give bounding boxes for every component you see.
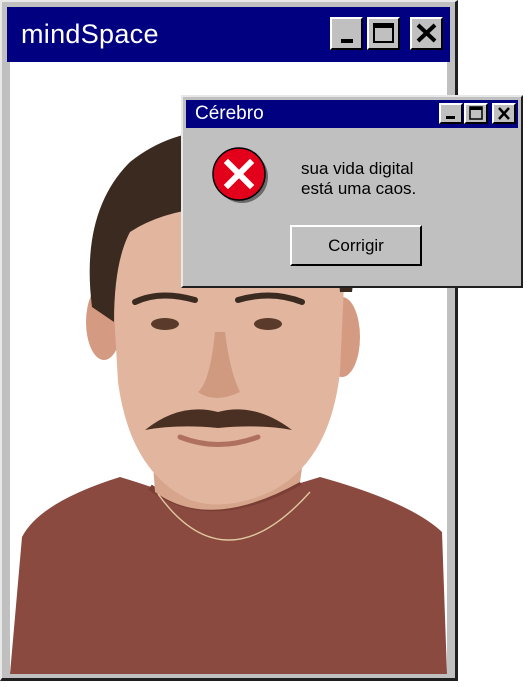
- dialog-title: Cérebro: [195, 103, 264, 124]
- error-icon: [212, 147, 268, 203]
- dialog-message: sua vida digital está uma caos.: [301, 159, 416, 199]
- close-icon: [498, 107, 510, 120]
- dialog-close-button[interactable]: [492, 103, 516, 124]
- maximize-icon: [469, 106, 483, 120]
- main-minimize-button[interactable]: [330, 17, 363, 50]
- main-titlebar[interactable]: mindSpace: [7, 7, 450, 62]
- main-maximize-button[interactable]: [367, 17, 400, 50]
- dialog-titlebar[interactable]: Cérebro: [186, 100, 518, 128]
- dialog-minimize-button[interactable]: [439, 103, 463, 124]
- fix-button[interactable]: Corrigir: [290, 225, 422, 266]
- minimize-icon: [341, 39, 353, 43]
- main-window-controls: [330, 17, 443, 50]
- dialog-maximize-button[interactable]: [464, 103, 488, 124]
- message-line-1: sua vida digital: [301, 159, 414, 178]
- main-window-title: mindSpace: [21, 19, 159, 49]
- message-line-2: está uma caos.: [301, 179, 417, 198]
- minimize-icon: [446, 116, 455, 119]
- error-dialog: Cérebro sua vida digital está uma caos. …: [181, 95, 523, 288]
- main-close-button[interactable]: [410, 17, 443, 50]
- close-icon: [416, 23, 437, 43]
- dialog-controls: [439, 103, 516, 124]
- maximize-icon: [373, 23, 394, 43]
